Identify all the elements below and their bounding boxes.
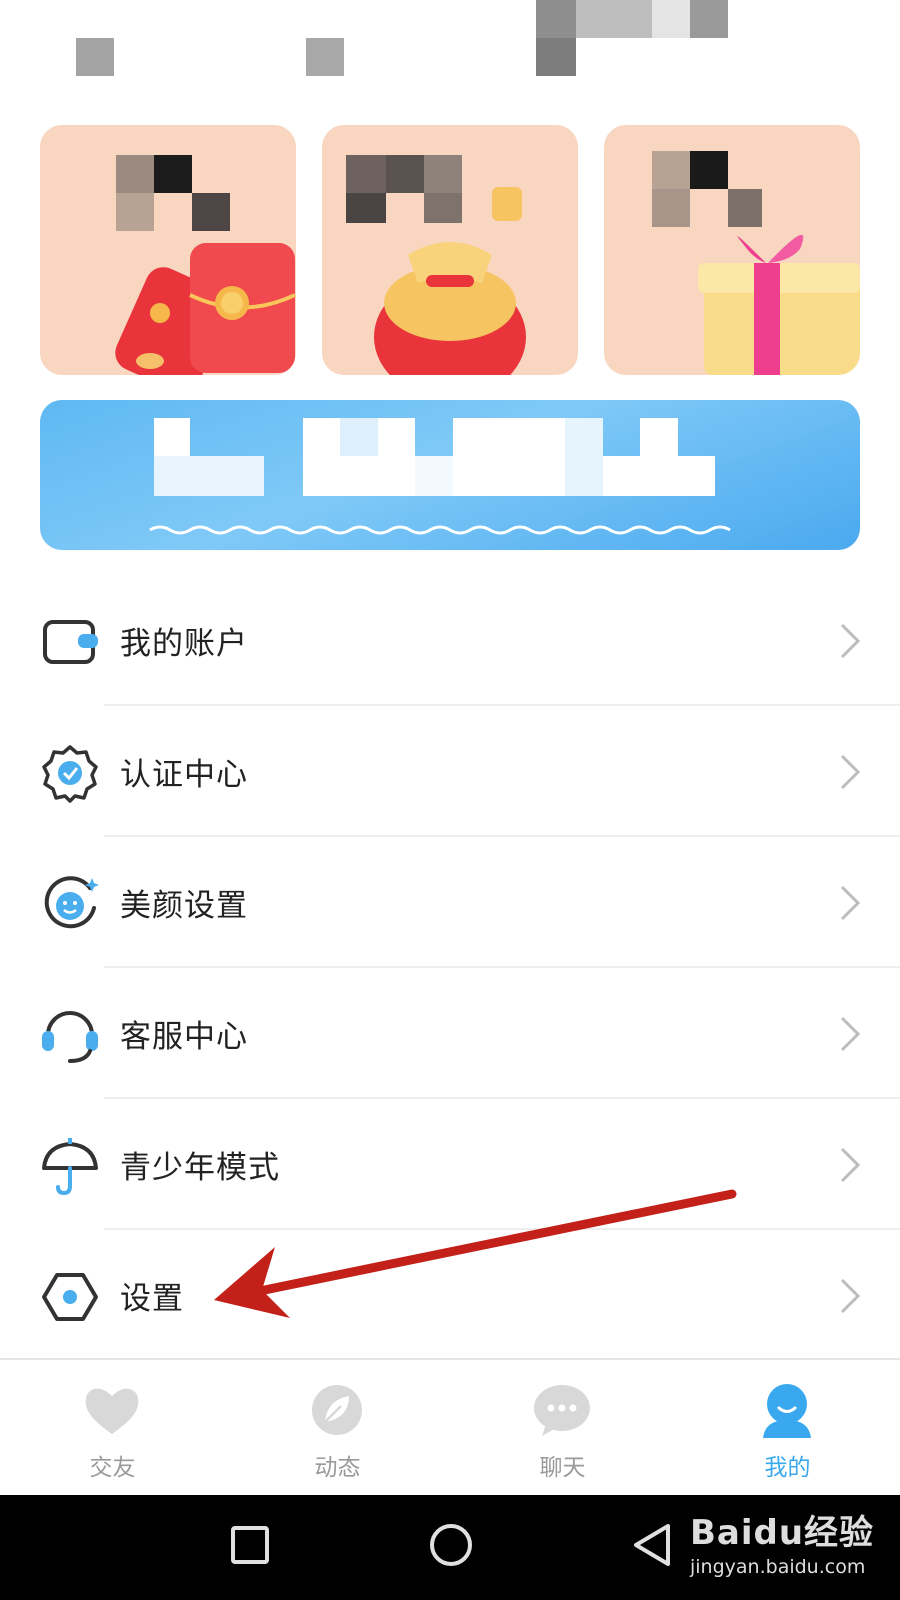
lucky-bag-card[interactable] bbox=[322, 125, 578, 375]
menu-label: 美颜设置 bbox=[120, 888, 248, 924]
blurred-text bbox=[690, 0, 728, 38]
tab-make-friends[interactable]: 交友 bbox=[0, 1360, 225, 1497]
menu-label: 设置 bbox=[120, 1281, 184, 1317]
wave-decoration bbox=[149, 525, 731, 535]
tab-label: 我的 bbox=[764, 1455, 811, 1481]
tab-moments[interactable]: 动态 bbox=[225, 1360, 450, 1497]
heart-icon bbox=[85, 1388, 139, 1434]
menu-item-verification-center[interactable]: 认证中心 bbox=[0, 706, 900, 837]
gift-box-icon bbox=[698, 234, 860, 375]
beauty-face-icon bbox=[44, 876, 99, 929]
watermark-url: jingyan.baidu.com bbox=[690, 1556, 866, 1578]
baidu-watermark: Baidu经验 jingyan.baidu.com bbox=[690, 1505, 874, 1578]
blurred-text bbox=[536, 0, 576, 38]
tab-chat[interactable]: 聊天 bbox=[450, 1360, 675, 1497]
tab-label: 动态 bbox=[314, 1455, 361, 1481]
chevron-right-icon bbox=[840, 1147, 861, 1183]
umbrella-icon bbox=[42, 1138, 98, 1196]
lucky-bag-icon bbox=[374, 187, 526, 375]
red-envelope-card[interactable] bbox=[40, 125, 296, 375]
chevron-right-icon bbox=[840, 1016, 861, 1052]
chevron-right-icon bbox=[840, 623, 861, 659]
watermark-brand: Baidu经验 bbox=[690, 1513, 875, 1553]
tab-mine[interactable]: 我的 bbox=[675, 1360, 900, 1497]
gift-card[interactable] bbox=[604, 125, 860, 375]
menu-item-beauty-settings[interactable]: 美颜设置 bbox=[0, 837, 900, 968]
menu-item-teen-mode[interactable]: 青少年模式 bbox=[0, 1099, 900, 1230]
promo-banner[interactable] bbox=[40, 400, 860, 550]
blurred-text bbox=[536, 38, 576, 76]
headset-icon bbox=[42, 1011, 98, 1063]
blurred-text bbox=[652, 0, 690, 38]
chevron-right-icon bbox=[840, 1278, 861, 1314]
menu-item-customer-service[interactable]: 客服中心 bbox=[0, 968, 900, 1099]
leaf-icon bbox=[312, 1385, 362, 1435]
profile-header bbox=[0, 0, 900, 115]
menu-label: 认证中心 bbox=[120, 757, 248, 793]
tab-label: 聊天 bbox=[539, 1455, 586, 1481]
blurred-text bbox=[576, 0, 656, 38]
tab-label: 交友 bbox=[89, 1455, 136, 1481]
recent-apps-icon[interactable] bbox=[230, 1525, 270, 1565]
menu-item-settings[interactable]: 设置 bbox=[0, 1230, 900, 1361]
menu-label: 我的账户 bbox=[120, 626, 248, 662]
wallet-icon bbox=[43, 620, 98, 664]
red-envelope-icon bbox=[115, 243, 296, 375]
chat-bubble-icon bbox=[534, 1385, 590, 1436]
home-icon[interactable] bbox=[428, 1522, 474, 1568]
menu-item-my-account[interactable]: 我的账户 bbox=[0, 575, 900, 706]
back-icon[interactable] bbox=[630, 1522, 674, 1568]
verified-badge-icon bbox=[42, 745, 98, 803]
menu-label: 客服中心 bbox=[120, 1019, 248, 1055]
chevron-right-icon bbox=[840, 754, 861, 790]
blurred-text bbox=[306, 38, 344, 76]
bottom-tab-bar: 交友 动态 聊天 我的 bbox=[0, 1358, 900, 1495]
blurred-text bbox=[76, 38, 114, 76]
chevron-right-icon bbox=[840, 885, 861, 921]
menu-label: 青少年模式 bbox=[120, 1150, 280, 1186]
system-nav-bar: Baidu经验 jingyan.baidu.com bbox=[0, 1495, 900, 1600]
settings-menu: 我的账户 认证中心 美颜设置 客服中心 青少年模式 设置 bbox=[0, 575, 900, 1361]
person-icon bbox=[763, 1384, 811, 1438]
hexagon-settings-icon bbox=[42, 1273, 98, 1321]
